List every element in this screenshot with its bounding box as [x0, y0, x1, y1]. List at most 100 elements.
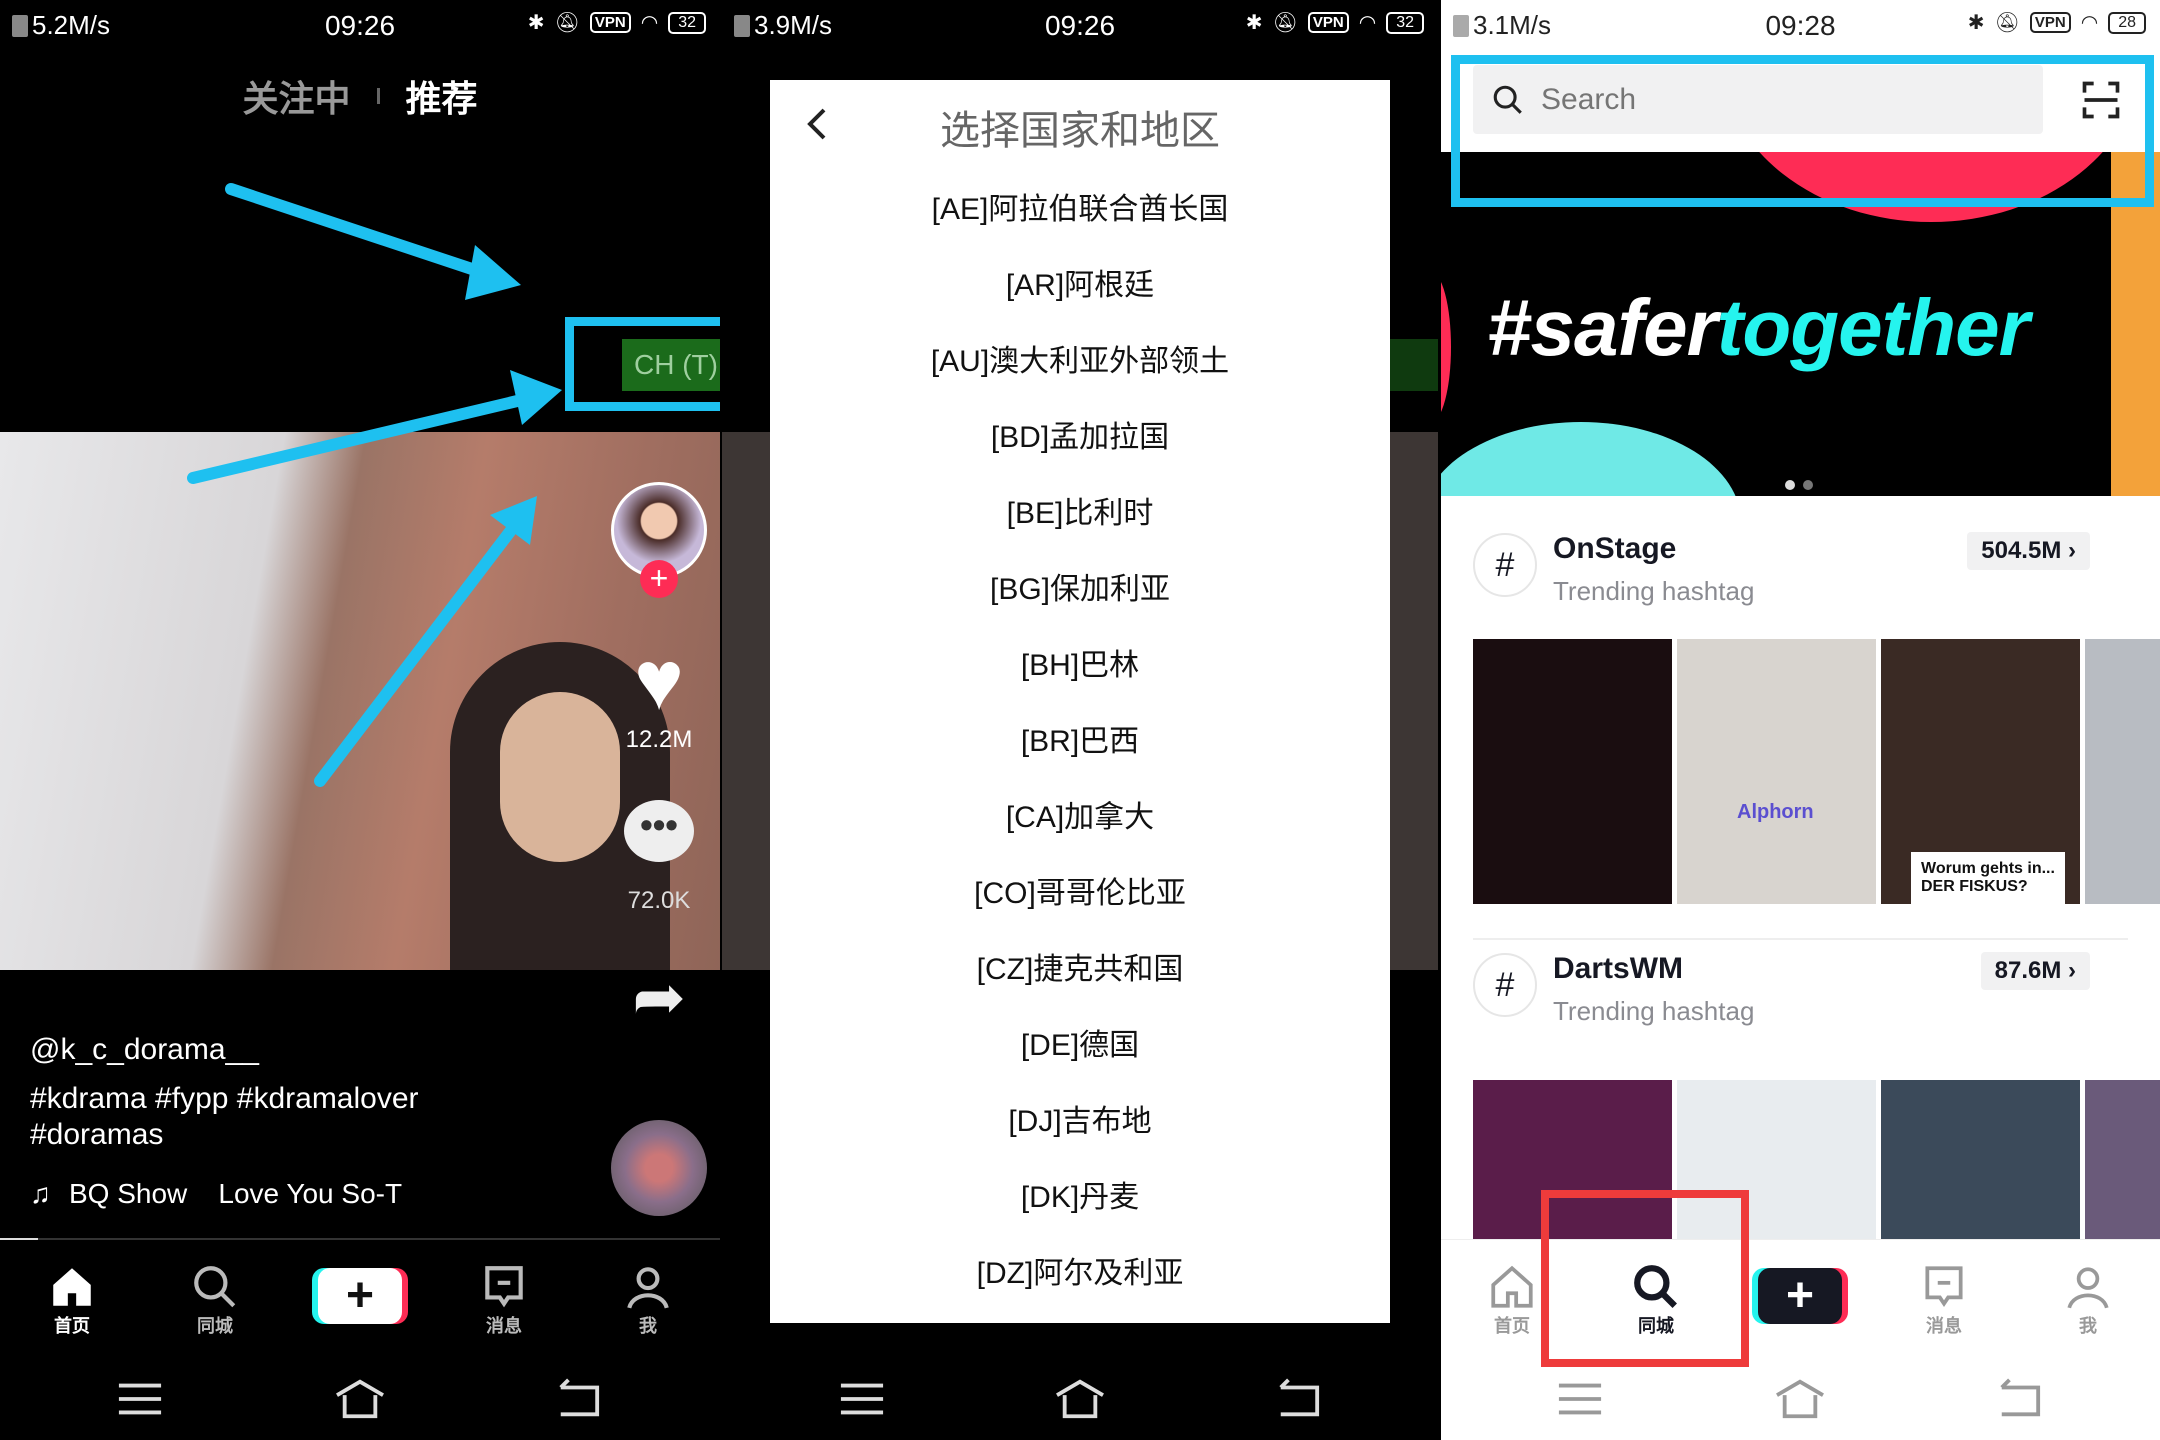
- hashtag-name[interactable]: DartsWM: [1553, 952, 1683, 986]
- nav-highlight-box: [1541, 1190, 1749, 1367]
- system-home-icon[interactable]: [330, 1376, 390, 1422]
- video-thumbnail[interactable]: [1881, 1080, 2080, 1240]
- hashtag-icon: #: [1473, 533, 1537, 597]
- nav-messages[interactable]: 消息: [1918, 1262, 1970, 1338]
- row-divider: [1473, 938, 2128, 940]
- message-icon: [1925, 1266, 1963, 1308]
- home-icon: [53, 1268, 91, 1306]
- system-home-icon[interactable]: [1050, 1376, 1110, 1422]
- annotation-arrows: [187, 183, 562, 787]
- profile-icon: [627, 1267, 669, 1309]
- country-item[interactable]: [DE]德国: [770, 1020, 1390, 1064]
- progress-divider: [0, 1238, 720, 1240]
- country-item[interactable]: [CO]哥哥伦比亚: [770, 868, 1390, 912]
- discover-panel: 3.1M/s 09:28 ✱🔕︎VPN◠28 #safertogether #O…: [1441, 0, 2160, 1440]
- mute-icon: 🔕︎: [1272, 12, 1298, 34]
- video-thumbnail[interactable]: Alphorn: [1677, 639, 1876, 904]
- video-thumbnail[interactable]: Worum gehts in... DER FISKUS?: [1881, 639, 2080, 904]
- thumbnail-caption: Alphorn: [1737, 801, 1814, 823]
- like-count: 12.2M: [625, 726, 693, 753]
- nav-label: 首页: [54, 1316, 90, 1336]
- banner-text: #safertogether: [1487, 283, 2030, 372]
- mute-icon: 🔕︎: [1994, 12, 2020, 34]
- system-home-icon[interactable]: [1770, 1376, 1830, 1422]
- music-row[interactable]: ♫ BQ Show Love You So-T: [30, 1178, 402, 1210]
- system-back-icon[interactable]: [1989, 1376, 2049, 1422]
- hashtag-subtitle: Trending hashtag: [1553, 576, 1755, 606]
- region-select-panel: 3.9M/s 09:26 ✱ 🔕︎ VPN ◠ 32 选择国家和地区 [AE]阿拉伯联合…: [722, 0, 1438, 1440]
- thumbnail-caption: Worum gehts in... DER FISKUS?: [1911, 852, 2065, 904]
- nav-label: 同城: [197, 1316, 233, 1336]
- nav-home[interactable]: 首页: [46, 1262, 98, 1338]
- hashtag-view-count[interactable]: 87.6M ›: [1980, 952, 2090, 990]
- comment-button[interactable]: •••: [624, 800, 694, 862]
- hashtag-subtitle: Trending hashtag: [1553, 996, 1755, 1026]
- profile-icon: [2067, 1267, 2109, 1309]
- country-item[interactable]: [AR]阿根廷: [770, 260, 1390, 304]
- nav-messages[interactable]: 消息: [478, 1262, 530, 1338]
- like-button[interactable]: ♥: [634, 638, 684, 722]
- country-item[interactable]: [AU]澳大利亚外部领土: [770, 336, 1390, 380]
- video-thumbnail[interactable]: [2085, 1080, 2160, 1240]
- create-button[interactable]: +: [318, 1268, 402, 1324]
- dimmed-region-button: [1382, 339, 1438, 391]
- nav-profile[interactable]: 我: [622, 1262, 674, 1338]
- status-bar: 3.9M/s 09:26 ✱ 🔕︎ VPN ◠ 32: [722, 0, 1438, 50]
- video-thumbnail[interactable]: [2085, 639, 2160, 904]
- country-item[interactable]: [BG]保加利亚: [770, 564, 1390, 608]
- video-thumbnail[interactable]: [1473, 639, 1672, 904]
- nav-label: 我: [2079, 1316, 2097, 1336]
- wifi-icon: ◠: [1358, 12, 1377, 34]
- nav-nearby[interactable]: 同城: [189, 1262, 241, 1338]
- menu-icon[interactable]: [832, 1376, 892, 1422]
- status-bar: 3.1M/s 09:28 ✱ 🔕︎ VPN ◠ 28: [1441, 0, 2160, 50]
- carousel-dots: [1785, 480, 1813, 490]
- wifi-icon: ◠: [2080, 12, 2099, 34]
- country-item[interactable]: [DJ]吉布地: [770, 1096, 1390, 1140]
- country-item[interactable]: [DZ]阿尔及利亚: [770, 1248, 1390, 1292]
- country-item[interactable]: [BH]巴林: [770, 640, 1390, 684]
- feed-panel: 5.2M/s 09:26 ✱ 🔕︎ VPN ◠ 32 关注中 推荐 CH (T) + ♥…: [0, 0, 720, 1440]
- follow-plus-icon[interactable]: +: [640, 560, 678, 598]
- country-item[interactable]: [BE]比利时: [770, 488, 1390, 532]
- hashtag-icon: #: [1473, 953, 1537, 1017]
- music-note-icon: ♫: [30, 1178, 51, 1209]
- banner-red-edge: [1441, 272, 1451, 422]
- username[interactable]: @k_c_dorama__: [30, 1033, 259, 1067]
- search-highlight-box: [1451, 55, 2154, 207]
- nav-label: 消息: [1926, 1316, 1962, 1336]
- create-button[interactable]: +: [1758, 1268, 1842, 1324]
- caption-line-1: #kdrama #fypp #kdramalover: [30, 1082, 419, 1115]
- country-item[interactable]: [BR]巴西: [770, 716, 1390, 760]
- system-back-icon[interactable]: [548, 1376, 608, 1422]
- share-icon[interactable]: ➦: [632, 960, 686, 1035]
- nav-profile[interactable]: 我: [2062, 1262, 2114, 1338]
- hashtag-name[interactable]: OnStage: [1553, 532, 1676, 566]
- menu-icon[interactable]: [110, 1376, 170, 1422]
- nav-home[interactable]: 首页: [1486, 1262, 1538, 1338]
- search-icon: [194, 1266, 236, 1308]
- country-item[interactable]: [CA]加拿大: [770, 792, 1390, 836]
- nav-label: 消息: [486, 1316, 522, 1336]
- message-icon: [485, 1266, 523, 1308]
- comment-count: 72.0K: [627, 887, 691, 914]
- nav-label: 我: [639, 1316, 657, 1336]
- bluetooth-icon: ✱: [1245, 12, 1263, 34]
- bluetooth-icon: ✱: [1967, 12, 1985, 34]
- banner-cyan-shape: [1441, 422, 1741, 496]
- country-item[interactable]: [BD]孟加拉国: [770, 412, 1390, 456]
- music-title: BQ Show Love You So-T: [69, 1178, 403, 1209]
- dialog-title: 选择国家和地区: [940, 109, 1220, 153]
- battery-icon: 28: [2108, 11, 2146, 34]
- country-item[interactable]: [DK]丹麦: [770, 1172, 1390, 1216]
- vpn-icon: VPN: [1307, 12, 1349, 33]
- music-disc[interactable]: [611, 1120, 707, 1216]
- menu-icon[interactable]: [1550, 1376, 1610, 1422]
- system-back-icon[interactable]: [1268, 1376, 1328, 1422]
- country-item[interactable]: [AE]阿拉伯联合酋长国: [770, 184, 1390, 228]
- home-icon: [1491, 1265, 1533, 1308]
- country-item[interactable]: [CZ]捷克共和国: [770, 944, 1390, 988]
- vpn-icon: VPN: [2029, 12, 2071, 33]
- hashtag-view-count[interactable]: 504.5M ›: [1967, 532, 2090, 570]
- caption-line-2: #doramas: [30, 1118, 164, 1151]
